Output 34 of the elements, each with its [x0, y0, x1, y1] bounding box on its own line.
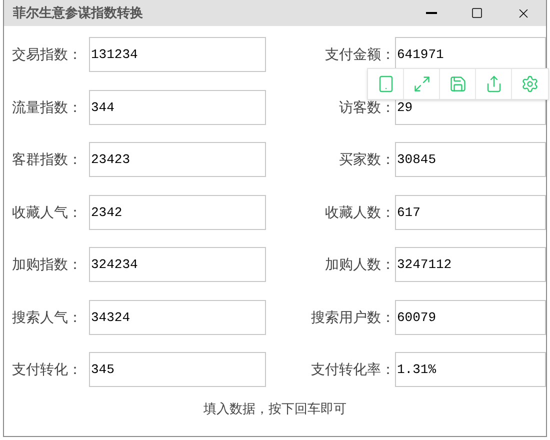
share-icon — [484, 75, 502, 93]
settings-icon — [521, 75, 539, 93]
input-field[interactable]: 2342 — [89, 194, 266, 230]
field-label: 客群指数： — [12, 150, 83, 169]
input-field[interactable]: 30845 — [395, 142, 546, 177]
maximize-icon — [471, 7, 483, 19]
input-field[interactable]: 23423 — [89, 142, 266, 177]
tablet-icon — [376, 75, 394, 93]
field-label: 加购人数： — [324, 255, 395, 274]
input-field[interactable]: 34324 — [89, 300, 266, 334]
input-field[interactable]: 617 — [395, 194, 546, 230]
input-field[interactable]: 344 — [89, 90, 266, 124]
input-field[interactable]: 345 — [89, 352, 266, 387]
hint-text: 填入数据，按下回车即可 — [204, 400, 346, 418]
field-label: 搜索用户数： — [310, 308, 395, 326]
field-label: 支付转化率： — [310, 360, 395, 379]
field-label: 买家数： — [338, 150, 395, 169]
input-field[interactable]: 3247112 — [395, 247, 546, 282]
field-label: 搜索人气： — [12, 308, 83, 326]
minimize-icon — [426, 12, 436, 14]
field-label: 访客数： — [338, 98, 395, 116]
field-label: 支付转化： — [12, 360, 83, 379]
field-label: 流量指数： — [12, 98, 83, 116]
input-field[interactable]: 131234 — [89, 37, 266, 72]
window-title: 菲尔生意参谋指数转换 — [13, 4, 144, 22]
field-label: 支付金额： — [324, 45, 395, 64]
input-field[interactable]: 1.31% — [395, 352, 546, 387]
input-field[interactable]: 324234 — [89, 247, 266, 282]
field-label: 加购指数： — [12, 255, 83, 274]
input-field[interactable]: 60079 — [395, 300, 546, 334]
expand-icon — [412, 75, 430, 93]
field-label: 收藏人气： — [12, 202, 83, 222]
field-label: 收藏人数： — [324, 202, 395, 222]
field-label: 交易指数： — [12, 45, 83, 64]
